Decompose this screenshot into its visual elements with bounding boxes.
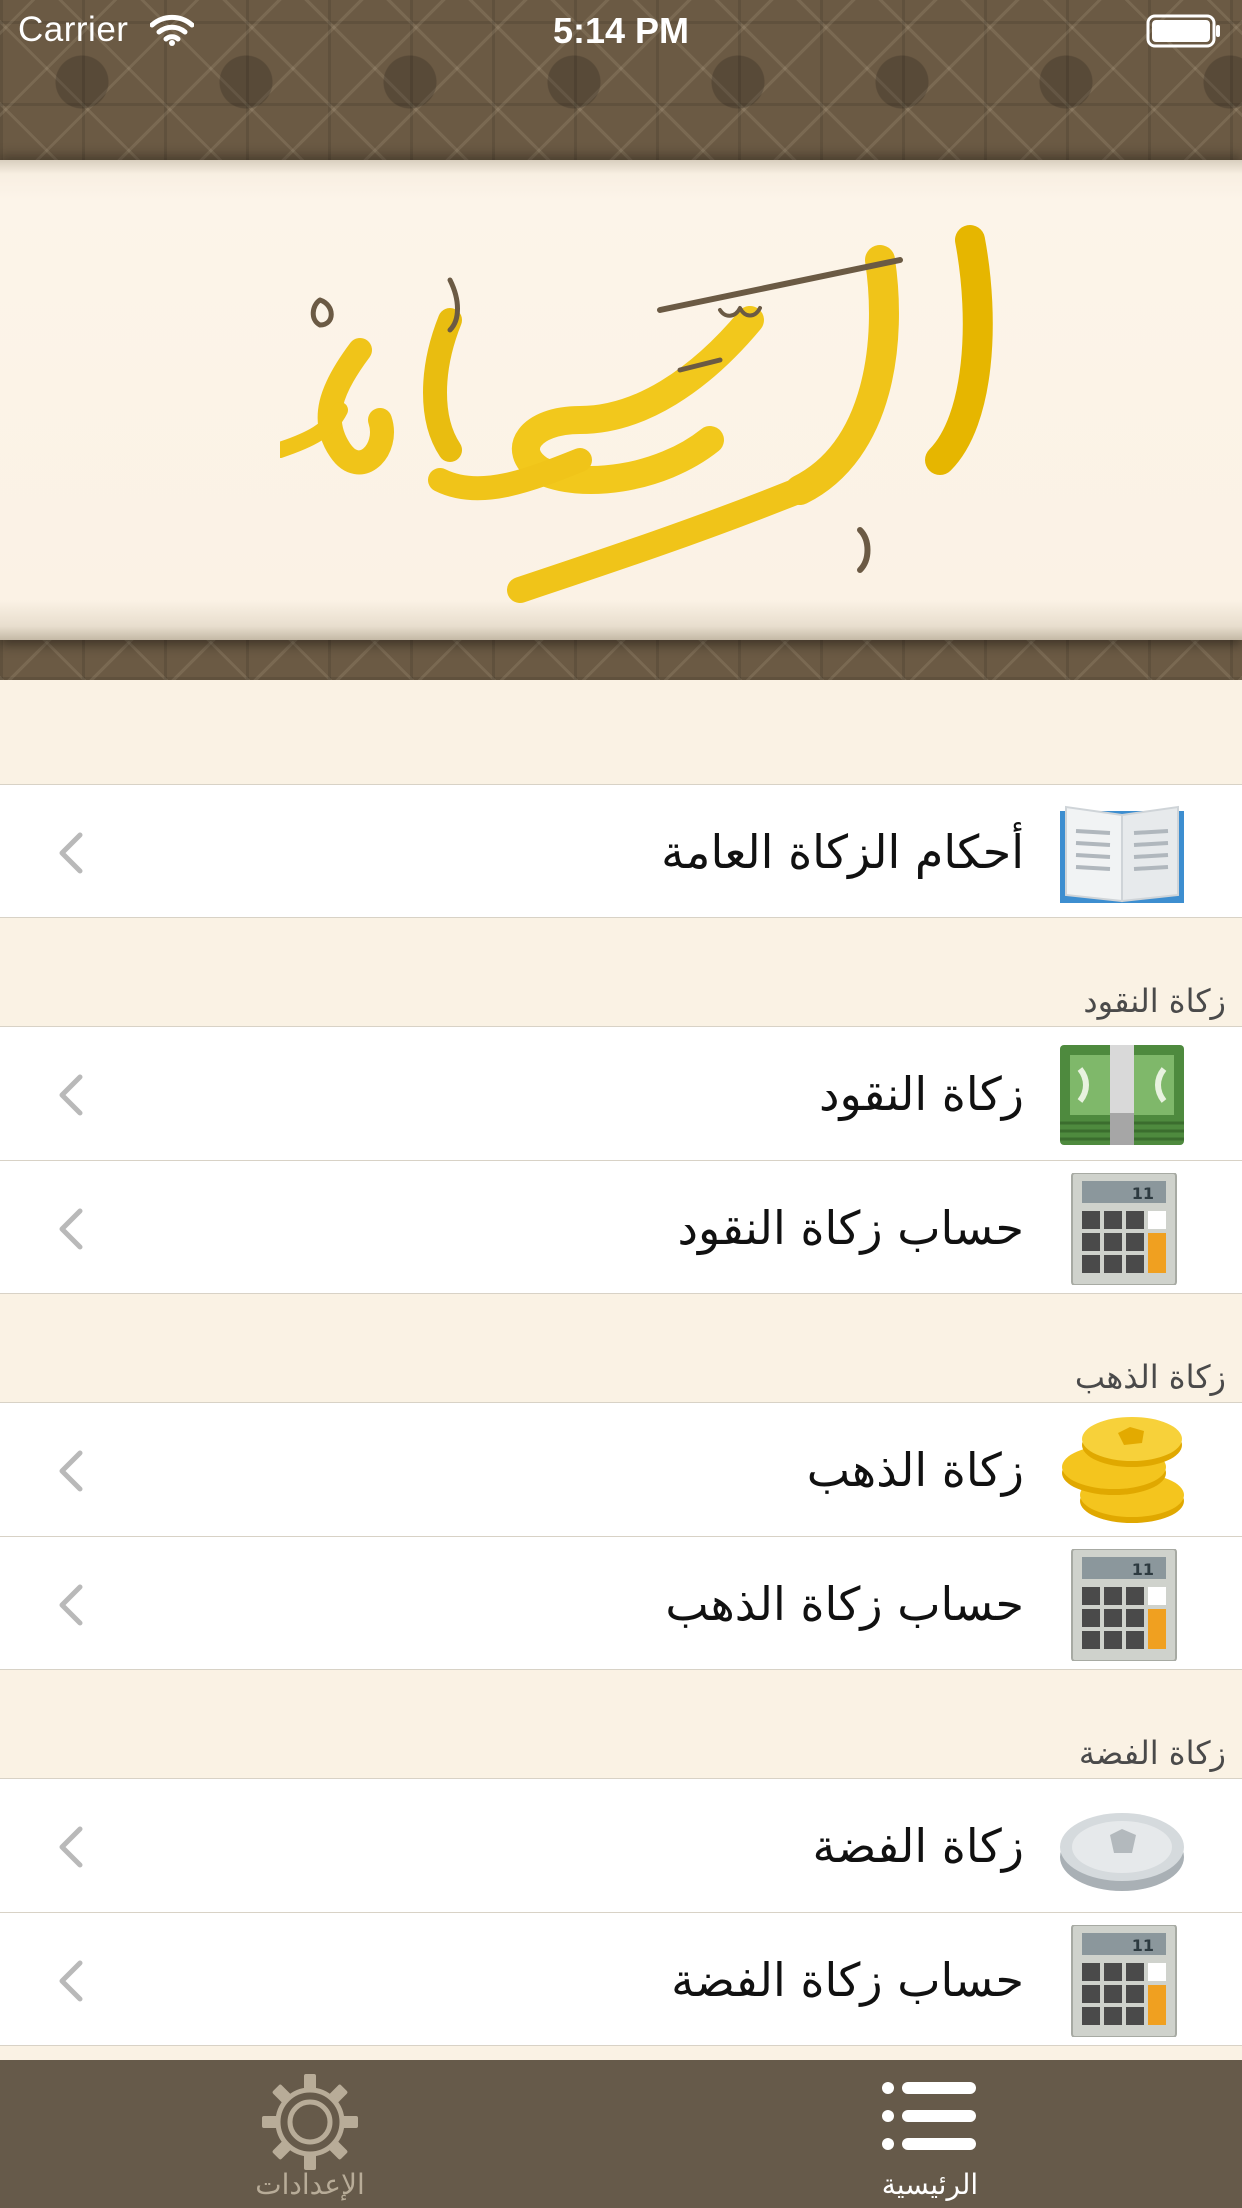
- silver-coin-icon: [1060, 1813, 1184, 1891]
- row-silver-calculator[interactable]: 11 حساب زكاة الفضة: [0, 1912, 1242, 2046]
- section-header-gold: زكاة الذهب: [0, 1294, 1242, 1402]
- row-gold-zakat[interactable]: زكاة الذهب: [0, 1402, 1242, 1536]
- row-silver-zakat[interactable]: زكاة الفضة: [0, 1778, 1242, 1912]
- section-spacer: [0, 680, 1242, 784]
- tab-settings[interactable]: الإعدادات: [160, 2060, 460, 2208]
- banknotes-icon: [1060, 1045, 1184, 1145]
- row-gold-calculator[interactable]: 11 حساب زكاة الذهب: [0, 1536, 1242, 1670]
- section-header-silver: زكاة الفضة: [0, 1670, 1242, 1778]
- chevron-left-icon: [59, 1960, 83, 2002]
- row-general-rulings[interactable]: أحكام الزكاة العامة: [0, 784, 1242, 918]
- tab-home[interactable]: الرئيسية: [780, 2060, 1080, 2208]
- section-header-money: زكاة النقود: [0, 918, 1242, 1026]
- section-header-label: زكاة الفضة: [1078, 1734, 1226, 1772]
- zakat-menu-list: أحكام الزكاة العامة زكاة النقود زكاة الن…: [0, 680, 1242, 2046]
- status-time: 5:14 PM: [552, 10, 690, 51]
- svg-text:11: 11: [1132, 1560, 1154, 1579]
- calculator-icon: 11: [1071, 1173, 1177, 1285]
- row-title: أحكام الزكاة العامة: [661, 825, 1024, 879]
- row-title: حساب زكاة الفضة: [671, 1953, 1024, 2007]
- calculator-icon: 11: [1071, 1925, 1177, 2037]
- tab-label: الرئيسية: [881, 2168, 979, 2201]
- zakat-calligraphy-logo: [280, 225, 993, 603]
- gold-coins-icon: [1062, 1417, 1184, 1523]
- calculator-icon: 11: [1071, 1549, 1177, 1661]
- gear-icon: [262, 2074, 358, 2170]
- chevron-left-icon: [59, 1826, 83, 1868]
- row-title: زكاة الفضة: [812, 1819, 1024, 1873]
- list-icon: [882, 2082, 976, 2150]
- row-title: حساب زكاة النقود: [677, 1201, 1024, 1255]
- status-bar: Carrier 5:14 PM: [0, 0, 1242, 62]
- chevron-left-icon: [59, 1208, 83, 1250]
- section-header-label: زكاة النقود: [1083, 982, 1226, 1020]
- row-title: زكاة الذهب: [806, 1443, 1024, 1497]
- chevron-left-icon: [59, 1450, 83, 1492]
- row-money-zakat[interactable]: زكاة النقود: [0, 1026, 1242, 1160]
- row-title: زكاة النقود: [818, 1067, 1024, 1121]
- header-banner-area: Carrier 5:14 PM: [0, 0, 1242, 680]
- section-header-label: زكاة الذهب: [1074, 1358, 1226, 1396]
- row-money-calculator[interactable]: 11 حساب زكاة النقود: [0, 1160, 1242, 1294]
- book-icon: [1060, 805, 1184, 903]
- tab-label: الإعدادات: [255, 2168, 365, 2201]
- chevron-left-icon: [59, 832, 83, 874]
- svg-text:11: 11: [1132, 1936, 1154, 1955]
- title-banner: [0, 160, 1242, 640]
- tab-bar: الإعدادات الرئيسية: [0, 2060, 1242, 2208]
- svg-text:11: 11: [1132, 1184, 1154, 1203]
- row-title: حساب زكاة الذهب: [665, 1577, 1024, 1631]
- chevron-left-icon: [59, 1584, 83, 1626]
- battery-icon: [1146, 14, 1220, 48]
- chevron-left-icon: [59, 1074, 83, 1116]
